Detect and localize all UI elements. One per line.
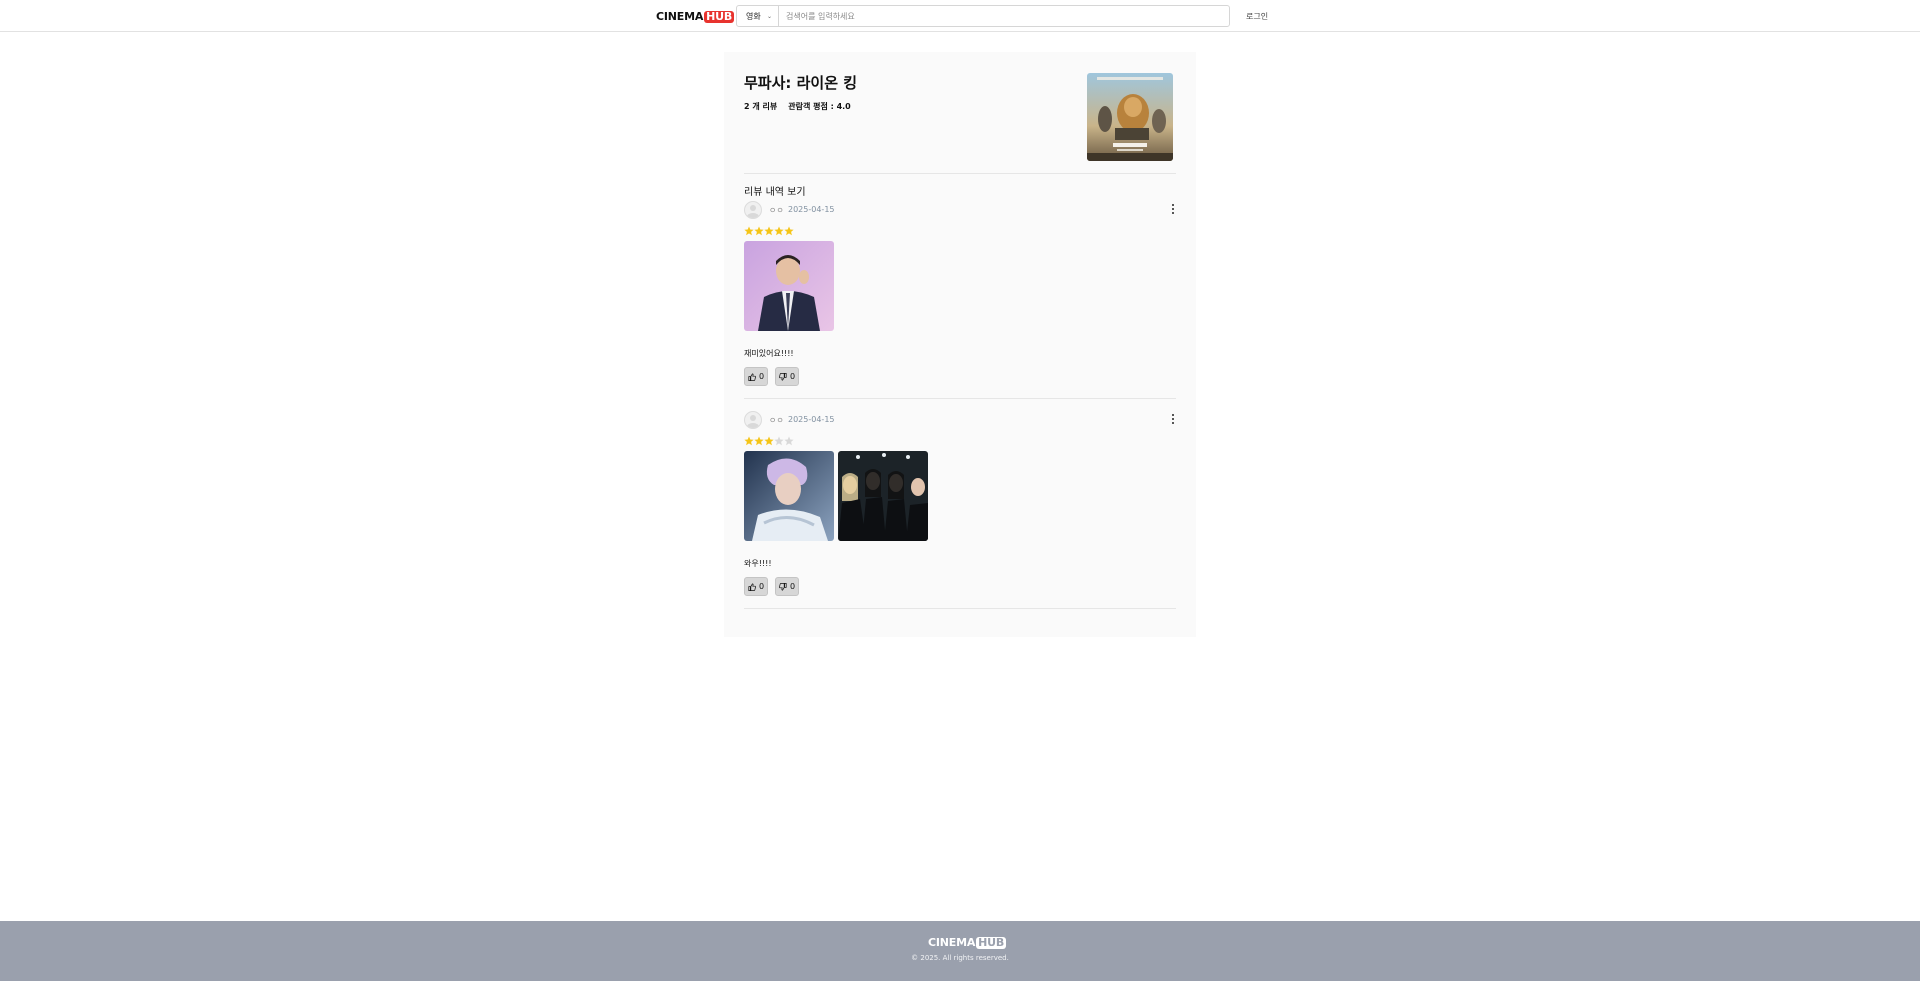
star-icon [764,226,774,236]
audience-rating: 관람객 평점 : 4.0 [788,102,851,111]
star-icon [754,226,764,236]
star-rating [744,226,794,236]
site-header: CINEMAHUB 영화 ⌄ 로그인 [0,0,1920,32]
movie-review-card: 무파사: 라이온 킹 2 개 리뷰 관람객 평점 : 4.0 리뷰 내역 보기 … [724,52,1196,637]
star-icon [754,436,764,446]
star-icon [744,226,754,236]
review-date: 2025-04-15 [788,415,835,424]
divider [744,398,1176,399]
review-photo[interactable] [838,451,928,541]
movie-poster [1087,73,1173,161]
login-link[interactable]: 로그인 [1246,11,1268,22]
thumbs-up-icon [748,582,756,591]
copyright-text: © 2025. All rights reserved. [911,954,1009,962]
search-input[interactable] [779,6,1229,26]
review-actions: 0 0 [744,577,799,596]
site-footer: CINEMA HUB © 2025. All rights reserved. [0,921,1920,981]
thumbs-down-icon [779,372,787,381]
chevron-down-icon: ⌄ [766,12,772,20]
dislike-count: 0 [789,582,796,591]
footer-logo[interactable]: CINEMA HUB [928,936,1007,949]
divider [744,608,1176,609]
star-rating [744,436,794,446]
more-options-icon[interactable] [1170,414,1176,428]
thumbs-up-icon [748,372,756,381]
review-username: ㅇㅇ [769,416,784,425]
review-count: 2 개 리뷰 [744,102,778,111]
review-actions: 0 0 [744,367,799,386]
star-icon [744,436,754,446]
category-select[interactable]: 영화 ⌄ [737,6,779,26]
star-icon [774,226,784,236]
review-photos [744,241,834,331]
divider [744,173,1176,174]
review-username: ㅇㅇ [769,206,784,215]
review-photo[interactable] [744,241,834,331]
section-title: 리뷰 내역 보기 [744,187,806,198]
review-photos [744,451,928,541]
thumbs-down-icon [779,582,787,591]
star-icon [764,436,774,446]
star-icon [784,226,794,236]
review-date: 2025-04-15 [788,205,835,214]
star-empty-icon [774,436,784,446]
like-button[interactable]: 0 [744,577,768,596]
like-count: 0 [758,582,765,591]
dislike-button[interactable]: 0 [775,577,799,596]
dislike-button[interactable]: 0 [775,367,799,386]
avatar [744,411,762,429]
movie-title: 무파사: 라이온 킹 [744,74,858,92]
search-bar: 영화 ⌄ [736,5,1230,27]
like-button[interactable]: 0 [744,367,768,386]
review-text: 와우!!!! [744,559,772,568]
more-options-icon[interactable] [1170,204,1176,218]
site-logo[interactable]: CINEMA HUB [656,10,735,23]
review-photo[interactable] [744,451,834,541]
review-text: 재미있어요!!!! [744,349,794,358]
star-empty-icon [784,436,794,446]
like-count: 0 [758,372,765,381]
avatar [744,201,762,219]
dislike-count: 0 [789,372,796,381]
movie-meta: 2 개 리뷰 관람객 평점 : 4.0 [744,101,851,112]
